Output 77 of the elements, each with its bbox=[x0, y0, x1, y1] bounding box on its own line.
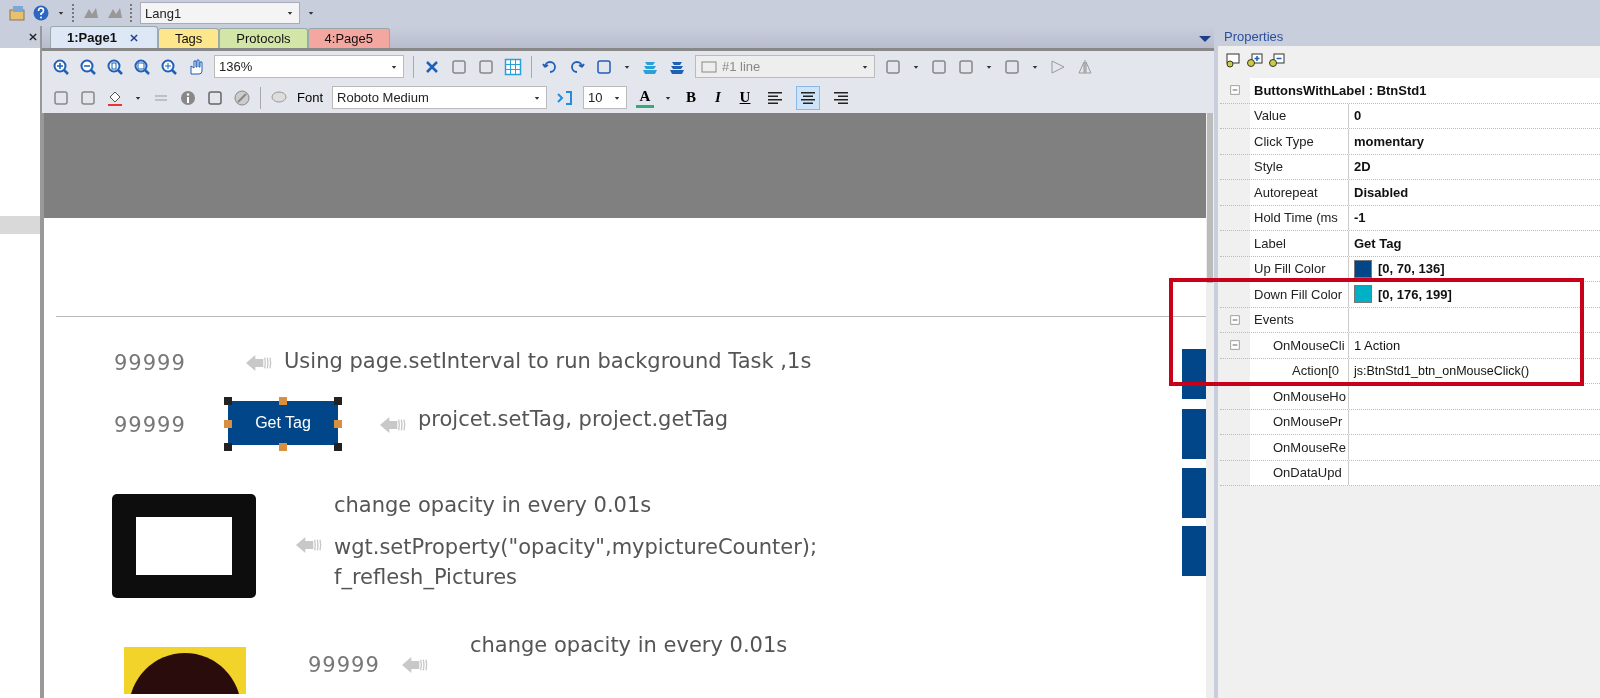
page-tab[interactable]: Tags bbox=[157, 28, 220, 48]
page-tab[interactable]: 1:Page1 bbox=[50, 26, 158, 48]
property-name: Style bbox=[1254, 159, 1283, 175]
hand-icon[interactable] bbox=[187, 57, 205, 76]
italic-button[interactable]: I bbox=[709, 89, 727, 106]
resize-handle[interactable] bbox=[224, 420, 232, 428]
property-value[interactable]: Get Tag bbox=[1354, 235, 1402, 251]
zoom-pan-icon[interactable] bbox=[160, 57, 178, 76]
page-tab[interactable]: Protocols bbox=[219, 28, 308, 48]
property-name: OnMousePr bbox=[1273, 414, 1343, 430]
info-icon[interactable] bbox=[179, 88, 197, 107]
collapse-icon[interactable] bbox=[1228, 83, 1242, 98]
grid-icon[interactable] bbox=[504, 57, 522, 76]
property-name: Up Fill Color bbox=[1254, 261, 1326, 277]
annotation-text: wgt.setProperty("opacity",mypictureCounter); bbox=[334, 535, 818, 559]
collapse-all-icon[interactable] bbox=[1268, 51, 1286, 69]
expand-all-icon[interactable] bbox=[1246, 51, 1264, 69]
disable-icon[interactable] bbox=[233, 88, 251, 107]
property-value[interactable]: momentary bbox=[1354, 133, 1425, 149]
property-value[interactable]: js:BtnStd1_btn_onMouseClick() bbox=[1354, 363, 1530, 378]
property-name: Value bbox=[1254, 108, 1287, 124]
page-tab[interactable]: 4:Page5 bbox=[307, 28, 390, 48]
font-size-dropdown[interactable]: 10 bbox=[583, 86, 627, 109]
language-dropdown[interactable]: Lang1 bbox=[140, 2, 300, 24]
object-title: ButtonsWithLabel : BtnStd1 bbox=[1253, 82, 1427, 98]
property-name: Action[0 bbox=[1292, 363, 1339, 379]
annotation-text: f_reflesh_Pictures bbox=[334, 565, 518, 589]
bold-button[interactable]: B bbox=[682, 89, 700, 106]
get-tag-button[interactable]: Get Tag bbox=[228, 401, 338, 445]
property-name: OnDataUpd bbox=[1273, 465, 1342, 481]
zoom-in-icon[interactable] bbox=[52, 57, 70, 76]
numeric-display: 99999 bbox=[114, 413, 186, 437]
annotation-text: change opacity in every 0.01s bbox=[470, 633, 788, 657]
resize-handle[interactable] bbox=[279, 443, 287, 451]
numeric-display: 99999 bbox=[114, 351, 186, 375]
property-name: OnMouseCli bbox=[1273, 337, 1345, 353]
property-value[interactable]: 1 Action bbox=[1354, 337, 1401, 353]
property-name: Down Fill Color bbox=[1254, 286, 1343, 302]
collapse-icon[interactable] bbox=[1228, 312, 1242, 327]
property-name: OnMouseHo bbox=[1273, 388, 1346, 404]
property-value[interactable]: [0, 176, 199] bbox=[1378, 286, 1452, 302]
zoom-out-icon[interactable] bbox=[79, 57, 97, 76]
resize-handle[interactable] bbox=[224, 443, 232, 451]
resize-handle[interactable] bbox=[334, 443, 342, 451]
resize-handle[interactable] bbox=[224, 397, 232, 405]
property-name: Hold Time (ms bbox=[1254, 210, 1338, 226]
annotation-text: projcet.setTag, project.getTag bbox=[418, 407, 729, 431]
property-value[interactable]: 0 bbox=[1354, 108, 1362, 124]
property-value[interactable]: 2D bbox=[1354, 159, 1371, 175]
collapse-icon[interactable] bbox=[1228, 338, 1242, 353]
zoom-fit-icon[interactable] bbox=[133, 57, 151, 76]
mirror-icon[interactable] bbox=[1076, 57, 1094, 76]
font-dropdown[interactable]: Roboto Medium bbox=[332, 86, 547, 109]
property-name: OnMouseRe bbox=[1273, 439, 1346, 455]
panel-title: Properties bbox=[1224, 28, 1284, 44]
property-value[interactable]: -1 bbox=[1354, 210, 1366, 226]
help-icon[interactable] bbox=[32, 4, 50, 22]
select-icon[interactable] bbox=[1224, 51, 1242, 69]
property-value[interactable]: [0, 70, 136] bbox=[1378, 261, 1445, 277]
annotation-text: Using page.setInterval to run background Task ,1s bbox=[284, 349, 812, 373]
numeric-display: 99999 bbox=[308, 653, 380, 677]
font-color-button[interactable]: A bbox=[636, 87, 654, 108]
font-label: Font bbox=[297, 90, 323, 105]
resize-handle[interactable] bbox=[334, 397, 342, 405]
property-name: Click Type bbox=[1254, 133, 1314, 149]
property-name: Autorepeat bbox=[1254, 184, 1318, 200]
resize-handle[interactable] bbox=[279, 397, 287, 405]
annotation-text: change opacity in every 0.01s bbox=[334, 493, 652, 517]
zoom-dropdown[interactable]: 136% bbox=[214, 55, 404, 78]
property-name: Events bbox=[1254, 312, 1294, 328]
resize-handle[interactable] bbox=[334, 420, 342, 428]
text-direction-icon[interactable] bbox=[556, 88, 574, 107]
scrollbar-thumb[interactable] bbox=[1207, 113, 1213, 283]
zoom-page-icon[interactable] bbox=[106, 57, 124, 76]
underline-button[interactable]: U bbox=[736, 89, 754, 106]
property-value[interactable]: Disabled bbox=[1354, 184, 1409, 200]
property-name: Label bbox=[1254, 235, 1286, 251]
